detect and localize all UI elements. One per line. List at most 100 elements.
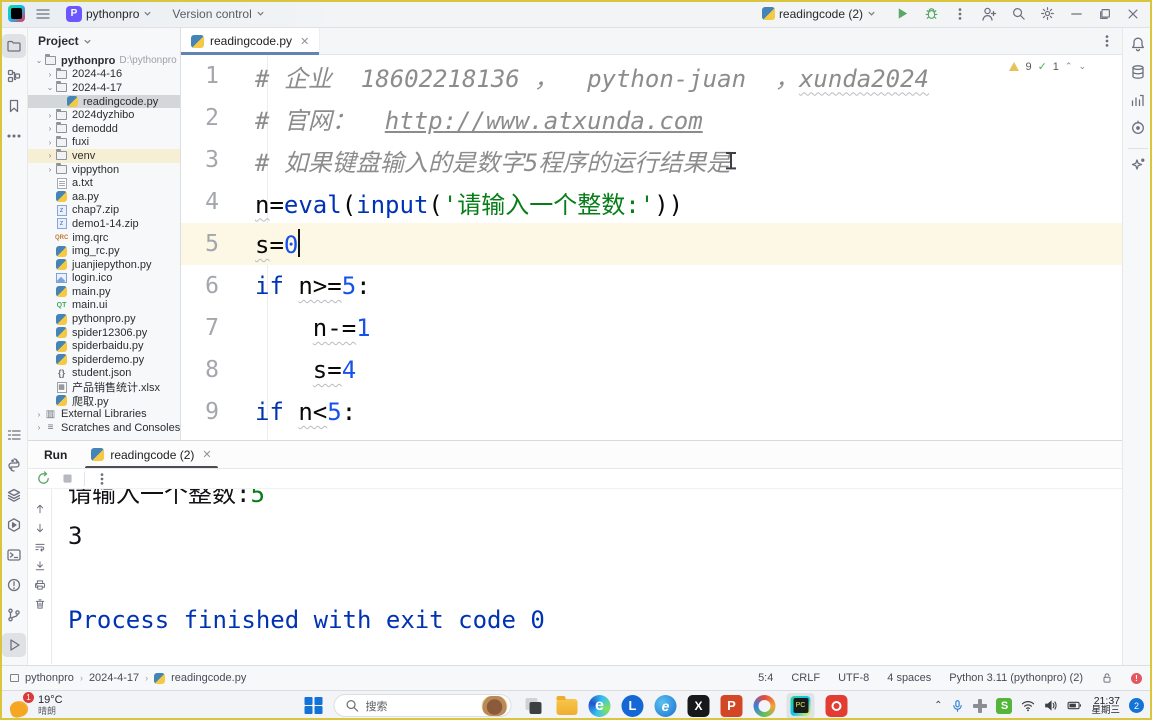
notification-count-badge[interactable]: 2 [1129, 698, 1144, 713]
tree-chevron-icon[interactable]: › [34, 423, 44, 432]
console-options-icon[interactable] [95, 472, 109, 486]
tree-item-spider12306.py[interactable]: spider12306.py [28, 326, 180, 340]
caret-position[interactable]: 5:4 [758, 672, 773, 684]
tree-item-2024dyzhibo[interactable]: ›2024dyzhibo [28, 108, 180, 122]
next-problem-icon[interactable]: ⌄ [1078, 61, 1086, 72]
tree-item-pythonpro.py[interactable]: pythonpro.py [28, 312, 180, 326]
microphone-icon[interactable] [951, 699, 964, 713]
main-menu-icon[interactable] [35, 6, 51, 22]
breadcrumb-item[interactable]: readingcode.py [171, 672, 246, 684]
tab-options-icon[interactable] [1100, 34, 1114, 48]
breadcrumb[interactable]: pythonpro›2024-4-17›readingcode.py [10, 672, 246, 684]
input-method-icon[interactable] [973, 699, 987, 713]
taskbar-app-task-view[interactable] [523, 695, 545, 717]
todo-icon[interactable] [2, 423, 26, 447]
search-highlight-image[interactable] [482, 696, 508, 716]
more-actions-icon[interactable] [953, 7, 967, 21]
history-icon[interactable] [1126, 116, 1150, 140]
taskbar-app-ring-browser[interactable] [754, 695, 776, 717]
print-icon[interactable] [34, 579, 46, 591]
console-output[interactable]: 请输入一个整数:53 Process finished with exit co… [52, 489, 1152, 664]
tree-chevron-icon[interactable]: ⌄ [45, 83, 55, 92]
git-branch-icon[interactable] [2, 603, 26, 627]
tree-item-aa.py[interactable]: aa.py [28, 190, 180, 204]
tab-readingcode-py[interactable]: readingcode.py ✕ [181, 28, 320, 54]
tray-expand-icon[interactable]: ⌃ [934, 700, 942, 711]
tree-item-pythonpro[interactable]: ⌄pythonproD:\pythonpro [28, 54, 180, 68]
taskbar-search-input[interactable]: 搜索 [334, 694, 512, 717]
taskbar-app-powerpoint[interactable]: P [721, 695, 743, 717]
search-everywhere-icon[interactable] [1011, 6, 1026, 21]
breadcrumb-item[interactable]: pythonpro [25, 672, 74, 684]
tree-item-main.ui[interactable]: QTmain.ui [28, 299, 180, 313]
tree-chevron-icon[interactable]: › [34, 410, 44, 419]
code-area[interactable]: 1# 企业 18602218136 ， python-juan ，xunda20… [181, 55, 1122, 440]
battery-icon[interactable] [1067, 700, 1082, 711]
console-up-icon[interactable] [34, 503, 46, 515]
code-line-7[interactable]: 7 n-=1 [181, 307, 1122, 349]
more-tools-icon[interactable] [2, 124, 26, 148]
wifi-icon[interactable] [1021, 700, 1035, 712]
tree-item-vippython[interactable]: ›vippython [28, 163, 180, 177]
tree-chevron-icon[interactable]: › [45, 151, 55, 160]
tree-chevron-icon[interactable]: › [45, 138, 55, 147]
tree-item-fuxi[interactable]: ›fuxi [28, 136, 180, 150]
taskbar-app-file-explorer[interactable] [556, 695, 578, 717]
rerun-button[interactable] [36, 471, 51, 486]
code-line-9[interactable]: 9if n<5: [181, 391, 1122, 433]
tree-chevron-icon[interactable]: › [45, 70, 55, 79]
debug-button[interactable] [924, 6, 939, 21]
python-interpreter[interactable]: Python 3.11 (pythonpro) (2) [949, 672, 1083, 684]
start-button[interactable] [305, 697, 323, 715]
file-encoding[interactable]: UTF-8 [838, 672, 869, 684]
code-line-2[interactable]: 2# 官网： http://www.atxunda.com [181, 97, 1122, 139]
code-line-4[interactable]: 4n=eval(input('请输入一个整数:')) [181, 181, 1122, 223]
ai-assistant-icon[interactable] [1126, 153, 1150, 177]
python-console-icon[interactable] [2, 513, 26, 537]
tree-item-2024-4-17[interactable]: ⌄2024-4-17 [28, 81, 180, 95]
run-tab-close-icon[interactable]: ✕ [202, 448, 211, 461]
tree-item--.py[interactable]: 爬取.py [28, 394, 180, 408]
indent-setting[interactable]: 4 spaces [887, 672, 931, 684]
tree-item-venv[interactable]: ›venv [28, 149, 180, 163]
code-line-5[interactable]: 5s=0 [181, 223, 1122, 265]
notification-error-icon[interactable]: ! [1131, 673, 1142, 684]
taskbar-app-capcut[interactable]: X [688, 695, 710, 717]
tree-chevron-icon[interactable]: › [45, 111, 55, 120]
scroll-to-end-icon[interactable] [34, 560, 46, 572]
settings-gear-icon[interactable] [1040, 6, 1055, 21]
maximize-button[interactable] [1098, 7, 1112, 21]
services-icon[interactable] [2, 483, 26, 507]
close-button[interactable] [1126, 7, 1140, 21]
tree-item-external-libraries[interactable]: ›▥External Libraries [28, 407, 180, 421]
stop-button[interactable] [61, 472, 74, 485]
code-line-3[interactable]: 3# 如果键盘输入的是数字5程序的运行结果是 [181, 139, 1122, 181]
soft-wrap-icon[interactable] [34, 541, 46, 553]
python-packages-icon[interactable] [2, 453, 26, 477]
run-button[interactable] [895, 6, 910, 21]
run-tool-icon[interactable] [2, 633, 26, 657]
console-down-icon[interactable] [34, 522, 46, 534]
vcs-widget[interactable]: Version control [167, 4, 269, 24]
tree-item-img.qrc[interactable]: QRCimg.qrc [28, 231, 180, 245]
line-ending[interactable]: CRLF [791, 672, 820, 684]
tree-item-main.py[interactable]: main.py [28, 285, 180, 299]
tree-item-readingcode.py[interactable]: readingcode.py [28, 95, 180, 109]
tree-item-demo1-14.zip[interactable]: zdemo1-14.zip [28, 217, 180, 231]
taskbar-app-edge[interactable]: e [589, 695, 611, 717]
bookmarks-icon[interactable] [2, 94, 26, 118]
problems-icon[interactable] [2, 573, 26, 597]
code-line-8[interactable]: 8 s=4 [181, 349, 1122, 391]
run-console[interactable]: 请输入一个整数:53 Process finished with exit co… [28, 489, 1152, 664]
tree-chevron-icon[interactable]: › [45, 165, 55, 174]
weather-widget[interactable]: 1 19°C 晴朗 [0, 695, 200, 717]
tree-item-a.txt[interactable]: a.txt [28, 176, 180, 190]
tree-item-spiderbaidu.py[interactable]: spiderbaidu.py [28, 339, 180, 353]
tree-chevron-icon[interactable]: › [45, 124, 55, 133]
code-line-1[interactable]: 1# 企业 18602218136 ， python-juan ，xunda20… [181, 55, 1122, 97]
taskbar-clock[interactable]: 21:37 星期三 [1091, 696, 1120, 716]
taskbar-app-red-o-app[interactable] [826, 695, 848, 717]
tree-item-login.ico[interactable]: login.ico [28, 272, 180, 286]
volume-icon[interactable] [1044, 699, 1058, 712]
run-configuration-selector[interactable]: readingcode (2) [757, 4, 881, 24]
